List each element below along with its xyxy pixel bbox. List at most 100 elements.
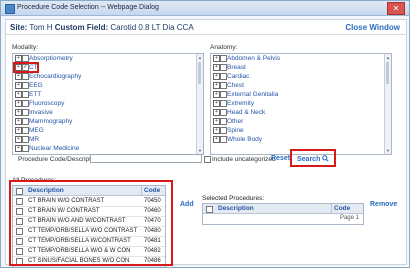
modality-item-label: EEG bbox=[29, 82, 43, 89]
expand-icon[interactable]: + bbox=[213, 55, 220, 62]
modality-item[interactable]: + MR bbox=[13, 135, 203, 144]
anatomy-checkbox[interactable] bbox=[220, 73, 227, 80]
anatomy-item[interactable]: + Abdomen & Pelvis bbox=[211, 54, 391, 63]
expand-icon[interactable]: + bbox=[15, 82, 22, 89]
expand-icon[interactable]: + bbox=[15, 127, 22, 134]
expand-icon[interactable]: + bbox=[213, 127, 220, 134]
modality-checkbox[interactable] bbox=[22, 136, 29, 143]
anatomy-checkbox[interactable] bbox=[220, 109, 227, 116]
modality-list: + Absorptiometry + ✓ CT + Echocardiography + EEG… bbox=[12, 53, 204, 155]
modality-checkbox[interactable] bbox=[22, 55, 29, 62]
anatomy-checkbox[interactable] bbox=[220, 127, 227, 134]
dialog-header: Site: Tom H Custom Field: Carotid 0.8 LT… bbox=[6, 20, 406, 35]
custom-field-label: Custom Field: bbox=[54, 23, 109, 32]
expand-icon[interactable]: + bbox=[213, 118, 220, 125]
expand-icon[interactable]: + bbox=[15, 145, 22, 152]
search-highlight bbox=[290, 149, 336, 167]
close-icon[interactable]: ✕ bbox=[387, 2, 405, 15]
expand-icon[interactable]: + bbox=[15, 91, 22, 98]
select-all-selected-checkbox[interactable] bbox=[206, 206, 213, 213]
selected-code-column-header[interactable]: Code bbox=[334, 205, 350, 212]
modality-item[interactable]: + Nuclear Medicine bbox=[13, 144, 203, 153]
scroll-down-icon[interactable]: ▼ bbox=[386, 148, 390, 153]
anatomy-item[interactable]: + Cardiac bbox=[211, 72, 391, 81]
close-window-link[interactable]: Close Window bbox=[345, 23, 400, 32]
procedure-code-input[interactable] bbox=[90, 154, 202, 163]
anatomy-item[interactable]: + Extremity bbox=[211, 99, 391, 108]
scroll-thumb[interactable] bbox=[198, 62, 201, 84]
modality-item[interactable]: + Absorptiometry bbox=[13, 54, 203, 63]
anatomy-checkbox[interactable] bbox=[220, 55, 227, 62]
dialog-window: Procedure Code Selection -- Webpage Dial… bbox=[0, 0, 410, 268]
modality-checkbox[interactable] bbox=[22, 100, 29, 107]
modality-item-label: Mammography bbox=[29, 118, 73, 125]
anatomy-label: Anatomy: bbox=[210, 44, 238, 51]
scroll-thumb[interactable] bbox=[386, 62, 389, 84]
anatomy-item[interactable]: + Other bbox=[211, 117, 391, 126]
modality-checkbox[interactable] bbox=[22, 91, 29, 98]
anatomy-item-label: Chest bbox=[227, 82, 244, 89]
site-label: Site: bbox=[10, 23, 28, 32]
include-uncategorized-label: Include uncategorized bbox=[212, 156, 276, 163]
modality-item[interactable]: + ✓ CT bbox=[13, 63, 203, 72]
modality-checkbox[interactable] bbox=[22, 82, 29, 89]
modality-checkbox[interactable] bbox=[22, 127, 29, 134]
anatomy-item[interactable]: + Chest bbox=[211, 81, 391, 90]
modality-item[interactable]: + Invasive bbox=[13, 108, 203, 117]
anatomy-item-label: External Genitalia bbox=[227, 91, 279, 98]
remove-button[interactable]: Remove bbox=[370, 201, 397, 208]
anatomy-item[interactable]: + Whole Body bbox=[211, 135, 391, 144]
anatomy-scrollbar[interactable]: ▲ ▼ bbox=[384, 54, 391, 154]
anatomy-item-label: Cardiac bbox=[227, 73, 250, 80]
expand-icon[interactable]: + bbox=[213, 73, 220, 80]
anatomy-item-label: Extremity bbox=[227, 100, 255, 107]
modality-item[interactable]: + Echocardiography bbox=[13, 72, 203, 81]
expand-icon[interactable]: + bbox=[15, 73, 22, 80]
anatomy-item[interactable]: + Spine bbox=[211, 126, 391, 135]
expand-icon[interactable]: + bbox=[213, 64, 220, 71]
reset-button[interactable]: Reset bbox=[271, 155, 290, 162]
dialog-content: Site: Tom H Custom Field: Carotid 0.8 LT… bbox=[5, 19, 407, 267]
expand-icon[interactable]: + bbox=[213, 136, 220, 143]
scroll-up-icon[interactable]: ▲ bbox=[198, 55, 202, 60]
expand-icon[interactable]: + bbox=[213, 109, 220, 116]
modality-item[interactable]: + ETT bbox=[13, 90, 203, 99]
anatomy-checkbox[interactable] bbox=[220, 91, 227, 98]
modality-scrollbar[interactable]: ▲ ▼ bbox=[196, 54, 203, 154]
anatomy-list: + Abdomen & Pelvis + Breast + Cardiac + Chest + E… bbox=[210, 53, 392, 155]
anatomy-checkbox[interactable] bbox=[220, 82, 227, 89]
anatomy-checkbox[interactable] bbox=[220, 118, 227, 125]
selected-procedures-table: Description Code Page 1 bbox=[202, 203, 364, 225]
modality-item[interactable]: + Mammography bbox=[13, 117, 203, 126]
scroll-down-icon[interactable]: ▼ bbox=[198, 148, 202, 153]
anatomy-item-label: Abdomen & Pelvis bbox=[227, 55, 281, 62]
anatomy-checkbox[interactable] bbox=[220, 100, 227, 107]
expand-icon[interactable]: + bbox=[213, 100, 220, 107]
modality-item[interactable]: + EEG bbox=[13, 81, 203, 90]
expand-icon[interactable]: + bbox=[15, 136, 22, 143]
add-button[interactable]: Add bbox=[180, 201, 194, 208]
selected-description-column-header[interactable]: Description bbox=[218, 205, 254, 212]
ct-highlight bbox=[13, 62, 39, 73]
anatomy-item[interactable]: + Head & Neck bbox=[211, 108, 391, 117]
expand-icon[interactable]: + bbox=[15, 118, 22, 125]
modality-checkbox[interactable] bbox=[22, 109, 29, 116]
expand-icon[interactable]: + bbox=[213, 82, 220, 89]
anatomy-checkbox[interactable] bbox=[220, 136, 227, 143]
modality-item[interactable]: + MEG bbox=[13, 126, 203, 135]
modality-checkbox[interactable] bbox=[22, 145, 29, 152]
modality-checkbox[interactable] bbox=[22, 118, 29, 125]
include-uncategorized-checkbox[interactable] bbox=[204, 156, 211, 163]
expand-icon[interactable]: + bbox=[213, 91, 220, 98]
modality-item[interactable]: + Fluoroscopy bbox=[13, 99, 203, 108]
anatomy-item-label: Breast bbox=[227, 64, 246, 71]
anatomy-item[interactable]: + Breast bbox=[211, 63, 391, 72]
scroll-up-icon[interactable]: ▲ bbox=[386, 55, 390, 60]
modality-item-label: MR bbox=[29, 136, 40, 143]
expand-icon[interactable]: + bbox=[15, 109, 22, 116]
expand-icon[interactable]: + bbox=[15, 55, 22, 62]
expand-icon[interactable]: + bbox=[15, 100, 22, 107]
anatomy-item[interactable]: + External Genitalia bbox=[211, 90, 391, 99]
modality-checkbox[interactable] bbox=[22, 73, 29, 80]
anatomy-checkbox[interactable] bbox=[220, 64, 227, 71]
